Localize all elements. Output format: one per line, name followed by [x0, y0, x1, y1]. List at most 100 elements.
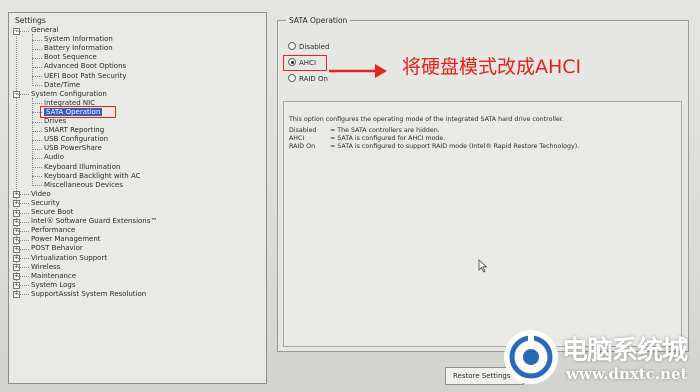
tree-connector [16, 267, 29, 269]
watermark-url: www.dnxtc.net [566, 365, 688, 383]
tree-item-virtualization-support[interactable]: Virtualization Support [31, 254, 107, 263]
tree-item-post-behavior[interactable]: POST Behavior [31, 244, 83, 253]
tree-item-label: Miscellaneous Devices [44, 180, 123, 189]
selected-item-highlight-box [40, 106, 116, 119]
tree-item-general[interactable]: General [31, 26, 59, 35]
description-text: This option configures the operating mod… [289, 116, 564, 123]
tree-connector [16, 194, 29, 196]
bios-screen: Settings General − System Information Batte… [0, 0, 700, 392]
tree-item-power-management[interactable]: Power Management [31, 235, 101, 244]
tree-item-performance[interactable]: Performance [31, 226, 75, 235]
tree-connector [32, 185, 42, 187]
tree-item-usb-configuration[interactable]: USB Configuration [44, 135, 108, 144]
tree-connector [32, 66, 42, 68]
tree-item-secure-boot[interactable]: Secure Boot [31, 208, 73, 217]
settings-title: Settings [15, 16, 46, 25]
watermark: 电脑系统城 www.dnxtc.net [498, 326, 698, 390]
tree-connector [16, 230, 29, 232]
tree-connector [16, 30, 29, 32]
sata-operation-title: SATA Operation [286, 16, 351, 25]
description-box: This option configures the operating mod… [283, 101, 682, 347]
detail-term-raid-on: RAID On [289, 143, 316, 150]
tree-item-keyboard-illumination[interactable]: Keyboard Illumination [44, 163, 120, 172]
tree-connector [16, 212, 29, 214]
tree-connector [32, 121, 42, 123]
tree-item-label: USB PowerShare [44, 144, 102, 153]
tree-connector [32, 148, 42, 150]
tree-item-label: Keyboard Illumination [44, 162, 121, 171]
tree-connector [32, 167, 42, 168]
tree-item-system-logs[interactable]: System Logs [31, 281, 75, 290]
tree-item-label: System Logs [31, 280, 76, 289]
tree-guide-line [32, 97, 33, 186]
detail-text-ahci: = SATA is configured for AHCI mode. [330, 135, 446, 142]
tree-item-label: Video [31, 189, 51, 198]
tree-item-label: Performance [31, 226, 76, 235]
tree-item-miscellaneous-devices[interactable]: Miscellaneous Devices [44, 181, 123, 190]
tree-item-video[interactable]: Video [31, 190, 51, 199]
tree-connector [16, 248, 29, 250]
tree-connector [32, 85, 42, 87]
tree-item-label: Security [31, 198, 60, 207]
tree-item-system-configuration[interactable]: System Configuration [31, 90, 107, 99]
tree-item-security[interactable]: Security [31, 199, 60, 208]
tree-item-boot-sequence[interactable]: Boot Sequence [44, 53, 97, 62]
detail-term-disabled: Disabled [289, 127, 317, 134]
tree-connector [32, 157, 42, 159]
radio-raid-on-button[interactable] [288, 74, 296, 82]
tree-item-audio[interactable]: Audio [44, 153, 64, 162]
tree-item-keyboard-backlight-with-ac[interactable]: Keyboard Backlight with AC [44, 172, 141, 181]
tree-item-label: System Configuration [31, 89, 107, 98]
detail-text-raid-on: = SATA is configured to support RAID mod… [330, 143, 580, 150]
tree-item-label: Date/Time [44, 80, 81, 89]
settings-tree-panel: Settings General − System Information Batte… [8, 12, 267, 384]
tree-item-advanced-boot-options[interactable]: Advanced Boot Options [44, 62, 126, 71]
tree-item-usb-powershare[interactable]: USB PowerShare [44, 144, 102, 153]
tree-item-smart-reporting[interactable]: SMART Reporting [44, 126, 104, 135]
tree-item-label: SMART Reporting [44, 126, 105, 135]
tree-item-label: Audio [44, 153, 64, 162]
tree-item-label: USB Configuration [44, 135, 109, 144]
watermark-logo-icon [504, 330, 558, 384]
annotation-text: 将硬盘模式改成AHCI [402, 56, 582, 78]
tree-connector [16, 203, 29, 205]
watermark-title: 电脑系统城 [562, 336, 688, 366]
tree-connector [32, 76, 42, 77]
tree-item-label: Battery Information [44, 44, 113, 53]
tree-item-system-information[interactable]: System Information [44, 35, 113, 44]
tree-connector [32, 130, 42, 132]
tree-item-label: Power Management [31, 235, 101, 244]
tree-item-intel-software-guard-extensions[interactable]: Intel® Software Guard Extensions™ [31, 217, 157, 226]
tree-item-maintenance[interactable]: Maintenance [31, 272, 76, 281]
radio-disabled[interactable]: Disabled [288, 42, 329, 52]
tree-connector [32, 39, 42, 41]
tree-item-uefi-boot-path-security[interactable]: UEFI Boot Path Security [44, 72, 127, 81]
tree-guide-line [32, 34, 33, 86]
tree-item-label: SupportAssist System Resolution [31, 289, 147, 298]
tree-item-label: Advanced Boot Options [44, 62, 127, 71]
tree-item-battery-information[interactable]: Battery Information [44, 44, 113, 53]
tree-item-label: Secure Boot [31, 208, 74, 216]
tree-connector [16, 94, 29, 96]
detail-text-disabled: = The SATA controllers are hidden. [330, 127, 440, 134]
tree-item-label: Wireless [31, 262, 61, 271]
radio-disabled-button[interactable] [288, 42, 296, 50]
ahci-highlight-box [283, 55, 327, 71]
tree-connector [16, 285, 29, 287]
detail-term-ahci: AHCI [289, 135, 305, 142]
tree-connector [16, 239, 29, 241]
tree-connector [32, 57, 42, 59]
tree-connector [16, 276, 29, 278]
tree-item-date-time[interactable]: Date/Time [44, 81, 80, 90]
radio-raid-on-label: RAID On [299, 75, 328, 83]
tree-item-label: General [31, 26, 59, 34]
tree-item-label: System Information [44, 35, 113, 44]
tree-connector [32, 103, 42, 105]
tree-item-label: Virtualization Support [31, 253, 108, 262]
tree-item-label: Boot Sequence [44, 53, 97, 62]
radio-raid-on[interactable]: RAID On [288, 74, 328, 84]
radio-disabled-label: Disabled [299, 43, 330, 51]
tree-item-wireless[interactable]: Wireless [31, 263, 60, 272]
tree-connector [16, 258, 29, 259]
tree-item-supportassist-system-resolution[interactable]: SupportAssist System Resolution [31, 290, 146, 299]
